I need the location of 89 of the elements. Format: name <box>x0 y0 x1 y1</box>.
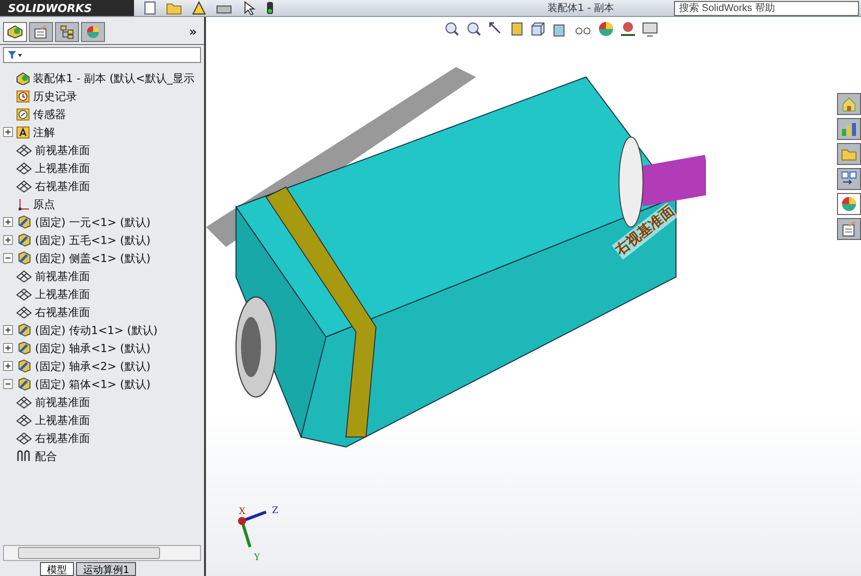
tree-item[interactable]: (固定) 一元<1> (默认) <box>35 214 151 230</box>
zoom-to-fit-icon[interactable] <box>444 21 460 37</box>
letter-a-icon <box>16 126 30 138</box>
home-icon <box>841 96 857 112</box>
tree-item[interactable]: (固定) 侧盖<1> (默认) <box>35 250 151 266</box>
tree-item[interactable]: 前视基准面 <box>35 142 90 158</box>
plane-icon <box>16 288 32 300</box>
brand-logo: SOLIDWORKS <box>0 0 134 16</box>
folder-icon[interactable] <box>166 1 182 15</box>
tree-item[interactable]: 前视基准面 <box>35 394 90 410</box>
hierarchy-icon <box>59 25 75 39</box>
tree-item[interactable]: (固定) 箱体<1> (默认) <box>35 376 151 392</box>
task-pane-tab[interactable] <box>837 193 861 215</box>
tree-item[interactable]: (固定) 轴承<1> (默认) <box>35 340 151 356</box>
document-title: 装配体1 - 副本 <box>548 2 614 15</box>
traffic-light-icon[interactable] <box>266 1 274 15</box>
plane-icon <box>16 306 32 318</box>
clock-icon <box>16 90 30 102</box>
expand-toggle[interactable] <box>3 378 14 390</box>
axis-label: Z <box>272 506 278 516</box>
expand-toggle[interactable] <box>3 216 14 228</box>
filter-field[interactable] <box>3 47 201 63</box>
search-field[interactable]: 搜索 SolidWorks 帮助 <box>674 0 859 16</box>
part-icon <box>16 233 32 247</box>
tree-item[interactable]: (固定) 五毛<1> (默认) <box>35 232 151 248</box>
panel-tab[interactable] <box>29 22 53 42</box>
task-pane-tab[interactable] <box>837 168 861 190</box>
warning-icon[interactable] <box>192 1 206 15</box>
bar-chart-icon <box>841 121 857 137</box>
clipboard-icon <box>841 221 857 237</box>
tree-item[interactable]: 原点 <box>33 196 55 212</box>
tree-item[interactable]: 上视基准面 <box>35 286 90 302</box>
view-palette-icon <box>841 171 857 187</box>
gauge-icon <box>16 108 30 120</box>
part-icon <box>16 341 32 355</box>
zoom-area-icon[interactable] <box>466 21 482 37</box>
part-icon <box>16 359 32 373</box>
tree-item[interactable]: (固定) 轴承<2> (默认) <box>35 358 151 374</box>
plane-icon <box>16 432 32 444</box>
tree-item[interactable]: 历史记录 <box>33 88 77 104</box>
bottom-tab[interactable]: 运动算例1 <box>76 562 136 576</box>
plane-icon <box>16 396 32 408</box>
new-document-icon[interactable] <box>144 1 156 15</box>
paperclip-icon <box>16 450 32 462</box>
property-sheet-icon <box>33 25 49 39</box>
axis-label: X <box>239 507 246 517</box>
part-icon <box>16 377 32 391</box>
plane-icon <box>16 162 32 174</box>
filter-icon <box>7 50 23 60</box>
tree-item[interactable]: 传感器 <box>33 106 66 122</box>
panel-tab[interactable] <box>3 22 27 42</box>
plane-icon <box>16 270 32 282</box>
horizontal-scrollbar[interactable] <box>3 545 201 561</box>
pointer-icon[interactable] <box>242 1 256 15</box>
tree-item[interactable]: 配合 <box>35 448 57 464</box>
axis-label: Y <box>254 553 260 563</box>
tree-item[interactable]: 右视基准面 <box>35 178 90 194</box>
expand-toggle[interactable] <box>3 126 14 138</box>
expand-panel-button[interactable]: » <box>189 24 201 40</box>
tree-item[interactable]: 装配体1 - 副本 (默认<默认_显示 <box>33 70 194 86</box>
part-icon <box>16 251 32 265</box>
tree-item[interactable]: 上视基准面 <box>35 160 90 176</box>
expand-toggle[interactable] <box>3 252 14 264</box>
panel-tab[interactable] <box>55 22 79 42</box>
task-pane-tab[interactable] <box>837 218 861 240</box>
plane-icon <box>16 414 32 426</box>
color-ball-icon <box>85 25 101 39</box>
origin-icon <box>16 198 30 210</box>
expand-toggle[interactable] <box>3 342 14 354</box>
tree-item[interactable]: 上视基准面 <box>35 412 90 428</box>
expand-toggle[interactable] <box>3 324 14 336</box>
part-icon <box>16 215 32 229</box>
plane-icon <box>16 144 32 156</box>
tree-item[interactable]: 注解 <box>33 124 55 140</box>
monitor-icon[interactable] <box>642 21 658 37</box>
tree-item[interactable]: 右视基准面 <box>35 430 90 446</box>
expand-toggle[interactable] <box>3 234 14 246</box>
tree-item[interactable]: (固定) 传动1<1> (默认) <box>35 322 158 338</box>
color-ball-icon <box>841 196 857 212</box>
bottom-tab[interactable]: 模型 <box>40 562 74 576</box>
expand-toggle[interactable] <box>3 360 14 372</box>
part-icon <box>16 323 32 337</box>
tree-item[interactable]: 右视基准面 <box>35 304 90 320</box>
color-ball-icon[interactable] <box>598 21 614 37</box>
assembly-icon <box>16 72 30 84</box>
assembly-icon <box>7 25 23 39</box>
task-pane-tab[interactable] <box>837 93 861 115</box>
plane-icon <box>16 180 32 192</box>
tree-item[interactable]: 前视基准面 <box>35 268 90 284</box>
